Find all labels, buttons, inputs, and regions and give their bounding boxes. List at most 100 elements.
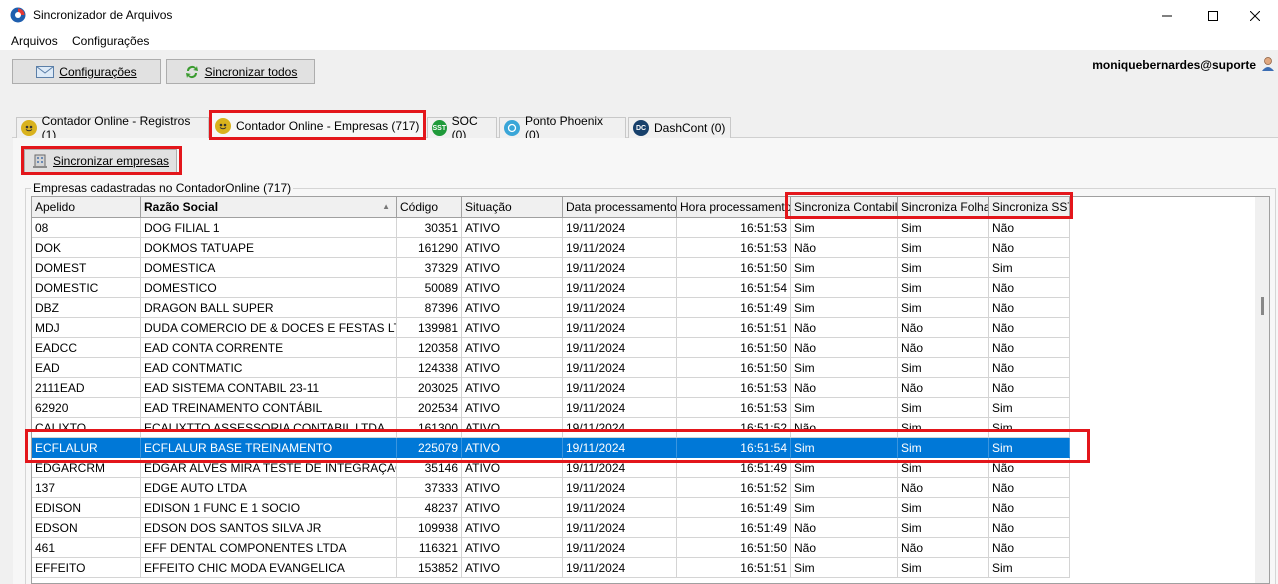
cell-situacao: ATIVO <box>462 358 563 378</box>
cell-situacao: ATIVO <box>462 458 563 478</box>
cell-apelido: EAD <box>32 358 141 378</box>
tab-dashcont[interactable]: DC DashCont (0) <box>628 117 731 138</box>
table-row[interactable]: EDSON EDSON DOS SANTOS SILVA JR 109938 ATIV… <box>32 518 1070 538</box>
table-row[interactable]: 461 EFF DENTAL COMPONENTES LTDA 116321 ATIV… <box>32 538 1070 558</box>
column-header-label: Apelido <box>35 200 76 214</box>
cell-hora-processamento: 16:51:50 <box>677 338 791 358</box>
scrollbar-thumb[interactable] <box>1261 297 1264 315</box>
cell-sincroniza-folha: Sim <box>898 398 989 418</box>
column-header-sincroniza-sst[interactable]: Sincroniza SST <box>989 197 1070 218</box>
contador-online-icon <box>21 120 37 136</box>
configuracoes-label: Configurações <box>59 64 137 79</box>
tab-contador-online-registros[interactable]: Contador Online - Registros (1) <box>16 114 209 142</box>
table-row[interactable]: EDGARCRM EDGAR ALVES MIRA TESTE DE INTEGR… <box>32 458 1070 478</box>
table-row[interactable]: DOMEST DOMESTICA 37329 ATIVO 19/11/2024 16:51… <box>32 258 1070 278</box>
contador-online-icon <box>215 117 231 134</box>
column-header-codigo[interactable]: Código <box>397 197 462 218</box>
sincronizar-empresas-button[interactable]: Sincronizar empresas <box>24 149 177 173</box>
minimize-button[interactable] <box>1144 0 1190 32</box>
cell-codigo: 139981 <box>397 318 462 338</box>
cell-codigo: 225079 <box>397 438 462 458</box>
cell-apelido: DOMESTIC <box>32 278 141 298</box>
table-row[interactable]: DOK DOKMOS TATUAPE 161290 ATIVO 19/11/2024 16… <box>32 238 1070 258</box>
cell-razao-social: EAD SISTEMA CONTABIL 23-11 <box>141 378 397 398</box>
cell-situacao: ATIVO <box>462 518 563 538</box>
cell-data-processamento: 19/11/2024 <box>563 338 677 358</box>
cell-sincroniza-contabil: Sim <box>791 358 898 378</box>
cell-codigo: 124338 <box>397 358 462 378</box>
table-row[interactable]: 62920 EAD TREINAMENTO CONTÁBIL 202534 ATIVO… <box>32 398 1070 418</box>
table-row[interactable]: EDISON EDISON 1 FUNC E 1 SOCIO 48237 ATIVO 1… <box>32 498 1070 518</box>
cell-codigo: 35146 <box>397 458 462 478</box>
column-header-data-processamento[interactable]: Data processamento <box>563 197 677 218</box>
configuracoes-button[interactable]: Configurações <box>12 59 161 84</box>
cell-sincroniza-sst: Não <box>989 378 1070 398</box>
cell-sincroniza-sst: Sim <box>989 438 1070 458</box>
column-header-sincroniza-folha[interactable]: Sincroniza Folha <box>898 197 989 218</box>
cell-razao-social: EAD TREINAMENTO CONTÁBIL <box>141 398 397 418</box>
menu-arquivos[interactable]: Arquivos <box>11 34 58 48</box>
cell-situacao: ATIVO <box>462 498 563 518</box>
cell-sincroniza-contabil: Sim <box>791 458 898 478</box>
column-header-sincroniza-contabil[interactable]: Sincroniza Contabil <box>791 197 898 218</box>
cell-situacao: ATIVO <box>462 338 563 358</box>
menu-bar: Arquivos Configurações <box>0 32 1278 50</box>
table-row[interactable]: EFFEITO EFFEITO CHIC MODA EVANGELICA 15385… <box>32 558 1070 578</box>
cell-sincroniza-sst: Não <box>989 478 1070 498</box>
cell-apelido: DOK <box>32 238 141 258</box>
cell-codigo: 203025 <box>397 378 462 398</box>
cell-sincroniza-contabil: Sim <box>791 258 898 278</box>
cell-data-processamento: 19/11/2024 <box>563 418 677 438</box>
cell-sincroniza-folha: Sim <box>898 518 989 538</box>
cell-sincroniza-contabil: Sim <box>791 298 898 318</box>
cell-situacao: ATIVO <box>462 298 563 318</box>
cell-sincroniza-contabil: Sim <box>791 558 898 578</box>
column-header-apelido[interactable]: Apelido <box>32 197 141 218</box>
cell-situacao: ATIVO <box>462 218 563 238</box>
cell-codigo: 37329 <box>397 258 462 278</box>
sync-arrows-icon <box>185 65 198 78</box>
sincronizar-todos-button[interactable]: Sincronizar todos <box>166 59 315 84</box>
column-header-razao-social[interactable]: Razão Social ▲ <box>141 197 397 218</box>
table-row[interactable]: EADCC EAD CONTA CORRENTE 120358 ATIVO 19/11/… <box>32 338 1070 358</box>
table-row[interactable]: MDJ DUDA COMERCIO DE & DOCES E FESTAS LTD… <box>32 318 1070 338</box>
table-row[interactable]: 08 DOG FILIAL 1 30351 ATIVO 19/11/2024 16:51:… <box>32 218 1070 238</box>
table-row[interactable]: EAD EAD CONTMATIC 124338 ATIVO 19/11/2024 16:… <box>32 358 1070 378</box>
cell-situacao: ATIVO <box>462 258 563 278</box>
vertical-scrollbar[interactable] <box>1255 197 1269 583</box>
cell-sincroniza-folha: Não <box>898 538 989 558</box>
cell-apelido: 461 <box>32 538 141 558</box>
user-icon <box>1262 57 1274 71</box>
cell-codigo: 153852 <box>397 558 462 578</box>
column-header-situacao[interactable]: Situação <box>462 197 563 218</box>
column-header-label: Data processamento <box>566 200 677 214</box>
table-row[interactable]: CALIXTO ECALIXTTO ASSESSORIA CONTABIL LTD… <box>32 418 1070 438</box>
table-row[interactable]: DBZ DRAGON BALL SUPER 87396 ATIVO 19/11/2024… <box>32 298 1070 318</box>
close-button[interactable] <box>1232 0 1278 32</box>
tab-label: Contador Online - Empresas (717) <box>236 118 420 133</box>
table-row[interactable]: DOMESTIC DOMESTICO 50089 ATIVO 19/11/2024 16:… <box>32 278 1070 298</box>
cell-sincroniza-contabil: Não <box>791 318 898 338</box>
cell-situacao: ATIVO <box>462 418 563 438</box>
companies-group-title: Empresas cadastradas no ContadorOnline (… <box>31 181 294 195</box>
tab-ponto-phoenix[interactable]: Ponto Phoenix (0) <box>499 114 626 142</box>
cell-razao-social: EAD CONTA CORRENTE <box>141 338 397 358</box>
maximize-button[interactable] <box>1190 0 1236 32</box>
tab-soc[interactable]: SST SOC (0) <box>427 114 497 142</box>
companies-grid[interactable]: Apelido Razão Social ▲ Código Situação Data p… <box>31 196 1270 584</box>
cell-codigo: 161300 <box>397 418 462 438</box>
cell-data-processamento: 19/11/2024 <box>563 298 677 318</box>
table-row[interactable]: 2111EAD EAD SISTEMA CONTABIL 23-11 203025 A… <box>32 378 1070 398</box>
column-header-hora-processamento[interactable]: Hora processamento <box>677 197 791 218</box>
cell-sincroniza-folha: Sim <box>898 498 989 518</box>
cell-hora-processamento: 16:51:49 <box>677 298 791 318</box>
menu-configuracoes[interactable]: Configurações <box>72 34 149 48</box>
cell-sincroniza-folha: Sim <box>898 238 989 258</box>
cell-apelido: 62920 <box>32 398 141 418</box>
cell-apelido: EDSON <box>32 518 141 538</box>
table-row[interactable]: ECFLALUR ECFLALUR BASE TREINAMENTO 225079 A… <box>32 438 1070 458</box>
cell-hora-processamento: 16:51:53 <box>677 378 791 398</box>
table-row[interactable]: 137 EDGE AUTO LTDA 37333 ATIVO 19/11/2024 16:… <box>32 478 1070 498</box>
tab-contador-online-empresas[interactable]: Contador Online - Empresas (717) <box>210 112 425 138</box>
cell-apelido: EDISON <box>32 498 141 518</box>
